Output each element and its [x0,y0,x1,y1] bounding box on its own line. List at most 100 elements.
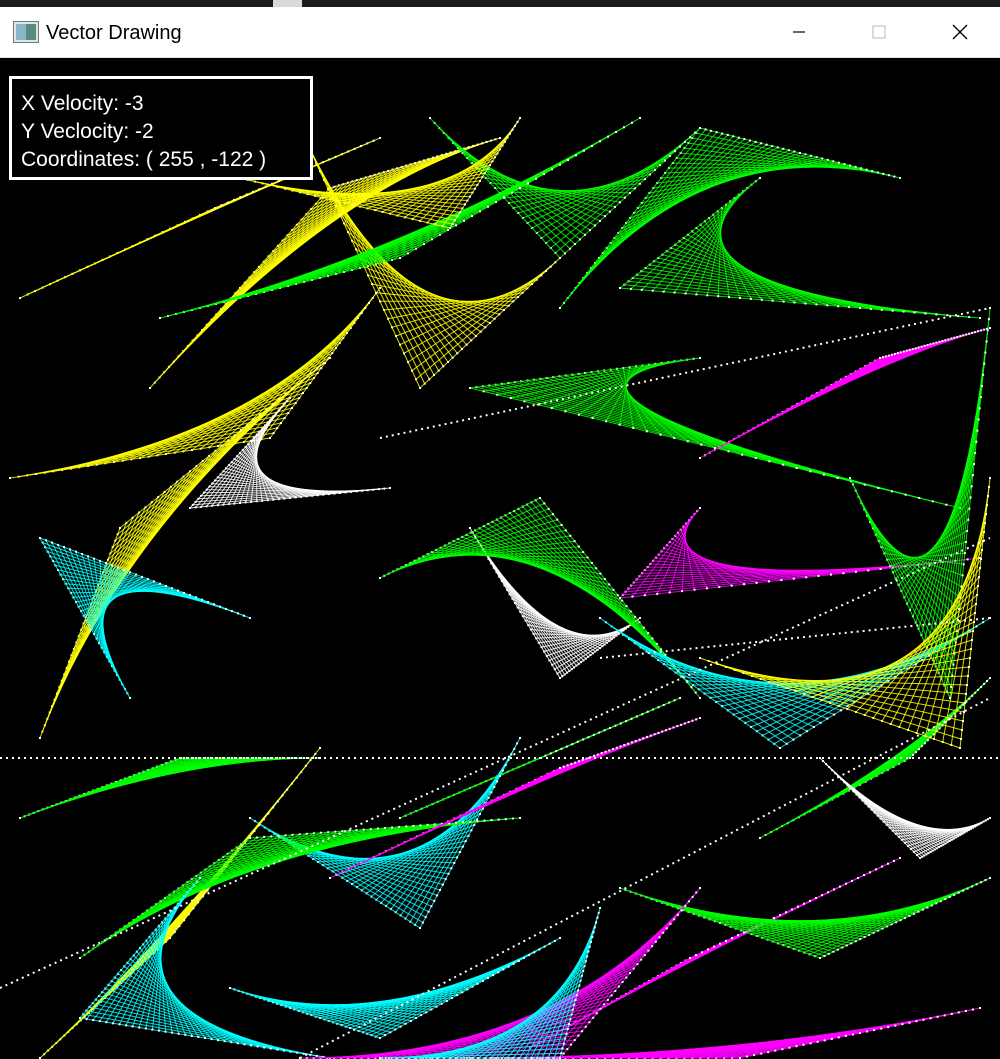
art-dot [959,706,962,709]
art-dot [420,1014,423,1017]
art-dot [538,948,541,951]
art-dot [577,1034,580,1037]
taskbar-item[interactable] [273,0,302,7]
art-stroke [895,519,969,579]
art-dot [564,529,567,532]
art-dot [837,161,840,164]
art-dot [617,985,620,988]
art-stroke [19,207,216,299]
art-dot [291,407,293,409]
drawing-canvas[interactable] [0,58,1000,1059]
art-dot [661,730,664,733]
art-dot [968,316,971,319]
maximize-button[interactable] [839,7,919,57]
art-dot [497,818,500,821]
art-dot [971,474,974,477]
art-dot [389,1031,392,1034]
art-dot [559,257,561,259]
art-dot [953,336,956,339]
art-dot [669,154,671,157]
window-title: Vector Drawing [46,22,182,44]
art-dot [583,149,585,152]
art-dot [276,427,279,429]
art-dot [668,727,671,730]
art-dot [599,572,602,575]
art-dot [974,691,977,694]
art-dot [297,382,300,385]
art-dot [948,895,951,898]
art-dot [614,205,616,208]
art-dot [449,227,451,229]
art-dot [582,551,585,554]
art-dot [570,762,573,765]
art-dot [204,1037,206,1039]
art-dot [873,1029,876,1032]
art-dot [689,957,691,959]
art-stroke [385,775,501,907]
art-dot [571,743,574,746]
art-dot [604,215,606,218]
art-dot [952,663,955,666]
art-dot [850,942,853,945]
art-dot [608,583,611,586]
art-dot [338,342,341,344]
art-dot [435,1005,438,1008]
art-dot [812,726,815,728]
art-dot [516,120,519,123]
art-dot [890,353,893,356]
art-dot [467,146,470,149]
art-dot [371,297,374,299]
art-dot [659,164,661,167]
minimize-icon [793,31,805,33]
art-dot [587,736,590,739]
art-dot [771,145,774,148]
art-dot [651,289,654,292]
art-dot [684,904,687,907]
window-titlebar[interactable]: Vector Drawing [0,7,1000,58]
art-dot [963,552,966,555]
art-dot [346,332,348,334]
art-dot [459,851,461,853]
art-dot [695,718,698,721]
art-dot [971,885,974,888]
art-dot [676,725,679,728]
art-dot [523,400,526,403]
art-dot [183,591,185,594]
art-dot [496,780,499,783]
art-dot [433,374,435,376]
art-dot [927,852,930,855]
art-dot [405,825,408,828]
art-dot [493,785,496,788]
art-dot [454,150,457,153]
art-dot [93,557,95,560]
art-dot [422,159,425,162]
art-dot [553,939,556,942]
art-dot [131,516,134,519]
art-dot [561,1047,564,1050]
art-dot [309,758,312,761]
art-dot [476,982,479,985]
art-dot [419,927,421,929]
art-dot [437,369,440,372]
art-dot [799,152,801,154]
art-dot [676,913,679,916]
art-dot [881,927,884,930]
art-dot [189,470,191,473]
art-dot [788,1046,791,1049]
art-dot [717,295,720,298]
art-dot [189,507,191,509]
art-dot [919,857,921,859]
art-dot [333,185,336,188]
art-dot [865,168,868,171]
art-dot [331,352,334,354]
art-dot [231,610,233,613]
art-dot [849,164,851,167]
art-dot [382,171,385,174]
art-dot [851,1033,854,1036]
minimize-button[interactable] [759,7,839,57]
close-button[interactable] [920,7,1000,57]
art-dot [226,201,229,204]
art-dot [859,307,861,309]
art-dot [467,834,470,837]
art-dot [315,1054,318,1057]
